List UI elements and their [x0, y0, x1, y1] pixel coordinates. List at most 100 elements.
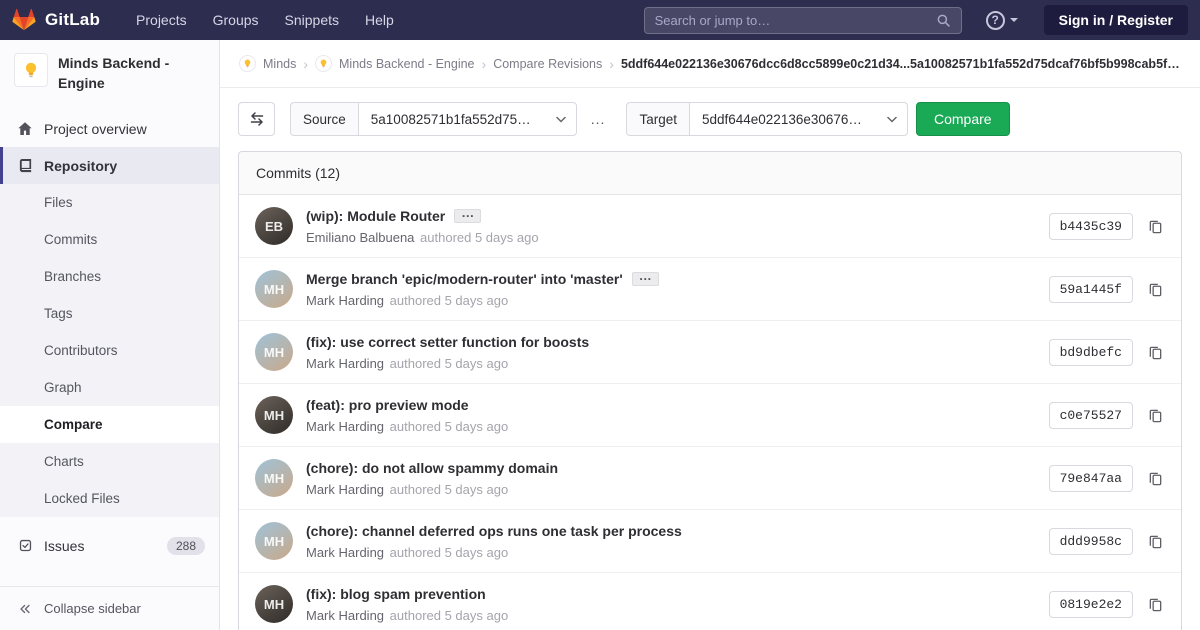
avatar[interactable]: MH: [255, 459, 293, 497]
commit-sha-link[interactable]: bd9dbefc: [1048, 338, 1133, 366]
commit-row: MH (fix): use correct setter function fo…: [239, 321, 1181, 384]
main-content: Minds › Minds Backend - Engine › Compare…: [220, 40, 1200, 630]
breadcrumb: Minds › Minds Backend - Engine › Compare…: [220, 40, 1200, 88]
breadcrumb-project-link[interactable]: Minds Backend - Engine: [339, 57, 475, 71]
commit-meta: Mark Harding authored 5 days ago: [306, 356, 1037, 371]
avatar[interactable]: EB: [255, 207, 293, 245]
commit-row: MH (fix): blog spam prevention Mark Hard…: [239, 573, 1181, 630]
commit-sha-link[interactable]: b4435c39: [1048, 212, 1133, 240]
navbar-links: Projects Groups Snippets Help: [136, 12, 394, 28]
copy-sha-button[interactable]: [1146, 280, 1165, 299]
commit-author-link[interactable]: Mark Harding: [306, 545, 384, 560]
avatar[interactable]: MH: [255, 522, 293, 560]
copy-sha-button[interactable]: [1146, 532, 1165, 551]
commit-row: MH Merge branch 'epic/modern-router' int…: [239, 258, 1181, 321]
project-sidebar: Minds Backend - Engine Project overview …: [0, 40, 220, 630]
copy-sha-button[interactable]: [1146, 406, 1165, 425]
help-menu-button[interactable]: ?: [985, 10, 1018, 30]
sidebar-subitem-branches[interactable]: Branches: [0, 258, 219, 295]
commit-author-link[interactable]: Mark Harding: [306, 608, 384, 623]
breadcrumb-group-link[interactable]: Minds: [263, 57, 296, 71]
copy-icon: [1148, 345, 1163, 360]
collapse-sidebar-button[interactable]: Collapse sidebar: [0, 586, 219, 630]
nav-link-snippets[interactable]: Snippets: [285, 12, 339, 28]
sidebar-subitem-contributors[interactable]: Contributors: [0, 332, 219, 369]
commit-title-link[interactable]: (fix): use correct setter function for b…: [306, 334, 589, 350]
compare-revisions-form: Source 5a10082571b1fa552d75… ... Target …: [220, 88, 1200, 150]
project-avatar[interactable]: [14, 53, 48, 87]
commit-title-link[interactable]: Merge branch 'epic/modern-router' into '…: [306, 271, 623, 287]
breadcrumb-section-link[interactable]: Compare Revisions: [493, 57, 602, 71]
avatar[interactable]: MH: [255, 333, 293, 371]
sidebar-item-label: Project overview: [44, 120, 147, 137]
expand-commit-message-button[interactable]: …: [454, 206, 482, 223]
search-input[interactable]: [654, 12, 936, 28]
commit-title-link[interactable]: (feat): pro preview mode: [306, 397, 469, 413]
commit-title-link[interactable]: (chore): do not allow spammy domain: [306, 460, 558, 476]
commit-meta: Mark Harding authored 5 days ago: [306, 482, 1037, 497]
sidebar-item-project-overview[interactable]: Project overview: [0, 110, 219, 147]
copy-sha-button[interactable]: [1146, 595, 1165, 614]
collapse-sidebar-icon: [17, 601, 33, 617]
target-revision-value: 5ddf644e022136e30676…: [701, 111, 862, 127]
sidebar-subitem-files[interactable]: Files: [0, 184, 219, 221]
sidebar-subitem-locked-files[interactable]: Locked Files: [0, 480, 219, 517]
commit-sha-link[interactable]: ddd9958c: [1048, 527, 1133, 555]
commit-title-link[interactable]: (fix): blog spam prevention: [306, 586, 486, 602]
copy-sha-button[interactable]: [1146, 217, 1165, 236]
copy-sha-button[interactable]: [1146, 469, 1165, 488]
commit-sha-link[interactable]: c0e75527: [1048, 401, 1133, 429]
chevron-down-icon: [1009, 18, 1018, 22]
avatar[interactable]: MH: [255, 585, 293, 623]
commit-author-link[interactable]: Mark Harding: [306, 356, 384, 371]
sidebar-item-issues[interactable]: Issues 288: [0, 527, 219, 564]
source-label: Source: [290, 102, 359, 136]
target-revision-dropdown[interactable]: 5ddf644e022136e30676…: [689, 102, 908, 136]
global-search[interactable]: [643, 6, 962, 34]
copy-sha-button[interactable]: [1146, 343, 1165, 362]
commit-row: MH (feat): pro preview mode Mark Harding…: [239, 384, 1181, 447]
copy-icon: [1148, 534, 1163, 549]
avatar[interactable]: MH: [255, 270, 293, 308]
sidebar-subitem-compare[interactable]: Compare: [0, 406, 219, 444]
commit-authored-text: authored 5 days ago: [389, 607, 509, 623]
avatar[interactable]: MH: [255, 396, 293, 434]
commit-title-link[interactable]: (wip): Module Router: [306, 208, 445, 224]
commit-title-link[interactable]: (chore): channel deferred ops runs one t…: [306, 523, 682, 539]
nav-link-projects[interactable]: Projects: [136, 12, 187, 28]
nav-link-help[interactable]: Help: [365, 12, 394, 28]
commit-author-link[interactable]: Mark Harding: [306, 482, 384, 497]
source-revision-value: 5a10082571b1fa552d75…: [370, 111, 531, 127]
sign-in-button[interactable]: Sign in / Register: [1043, 5, 1188, 35]
commit-author-link[interactable]: Mark Harding: [306, 419, 384, 434]
source-revision-dropdown[interactable]: 5a10082571b1fa552d75…: [358, 102, 577, 136]
commit-sha-link[interactable]: 79e847aa: [1048, 464, 1133, 492]
commit-author-link[interactable]: Emiliano Balbuena: [306, 230, 414, 245]
commit-authored-text: authored 5 days ago: [389, 544, 509, 560]
sidebar-subitem-charts[interactable]: Charts: [0, 443, 219, 480]
copy-icon: [1148, 597, 1163, 612]
home-icon: [17, 121, 33, 137]
sidebar-subitem-graph[interactable]: Graph: [0, 369, 219, 406]
gitlab-home-link[interactable]: GitLab: [12, 8, 100, 32]
swap-revisions-button[interactable]: [238, 102, 275, 136]
commit-authored-text: authored 5 days ago: [420, 229, 539, 245]
sidebar-subitem-tags[interactable]: Tags: [0, 295, 219, 332]
commit-sha-link[interactable]: 0819e2e2: [1048, 590, 1133, 618]
commit-author-link[interactable]: Mark Harding: [306, 293, 384, 308]
commit-meta: Mark Harding authored 5 days ago: [306, 545, 1037, 560]
copy-icon: [1148, 408, 1163, 423]
commit-row: EB (wip): Module Router … Emiliano Balbu…: [239, 195, 1181, 258]
commit-meta: Mark Harding authored 5 days ago: [306, 293, 1037, 308]
compare-button[interactable]: Compare: [915, 102, 1010, 136]
project-name[interactable]: Minds Backend - Engine: [58, 53, 205, 93]
sidebar-item-repository[interactable]: Repository: [0, 147, 219, 185]
help-icon: ?: [985, 10, 1005, 30]
expand-commit-message-button[interactable]: …: [631, 269, 659, 286]
range-separator: ...: [590, 111, 606, 127]
nav-link-groups[interactable]: Groups: [213, 12, 259, 28]
sidebar-subitem-commits[interactable]: Commits: [0, 221, 219, 258]
breadcrumb-separator-icon: ›: [303, 55, 309, 72]
commit-sha-link[interactable]: 59a1445f: [1048, 275, 1133, 303]
commit-authored-text: authored 5 days ago: [389, 481, 509, 497]
